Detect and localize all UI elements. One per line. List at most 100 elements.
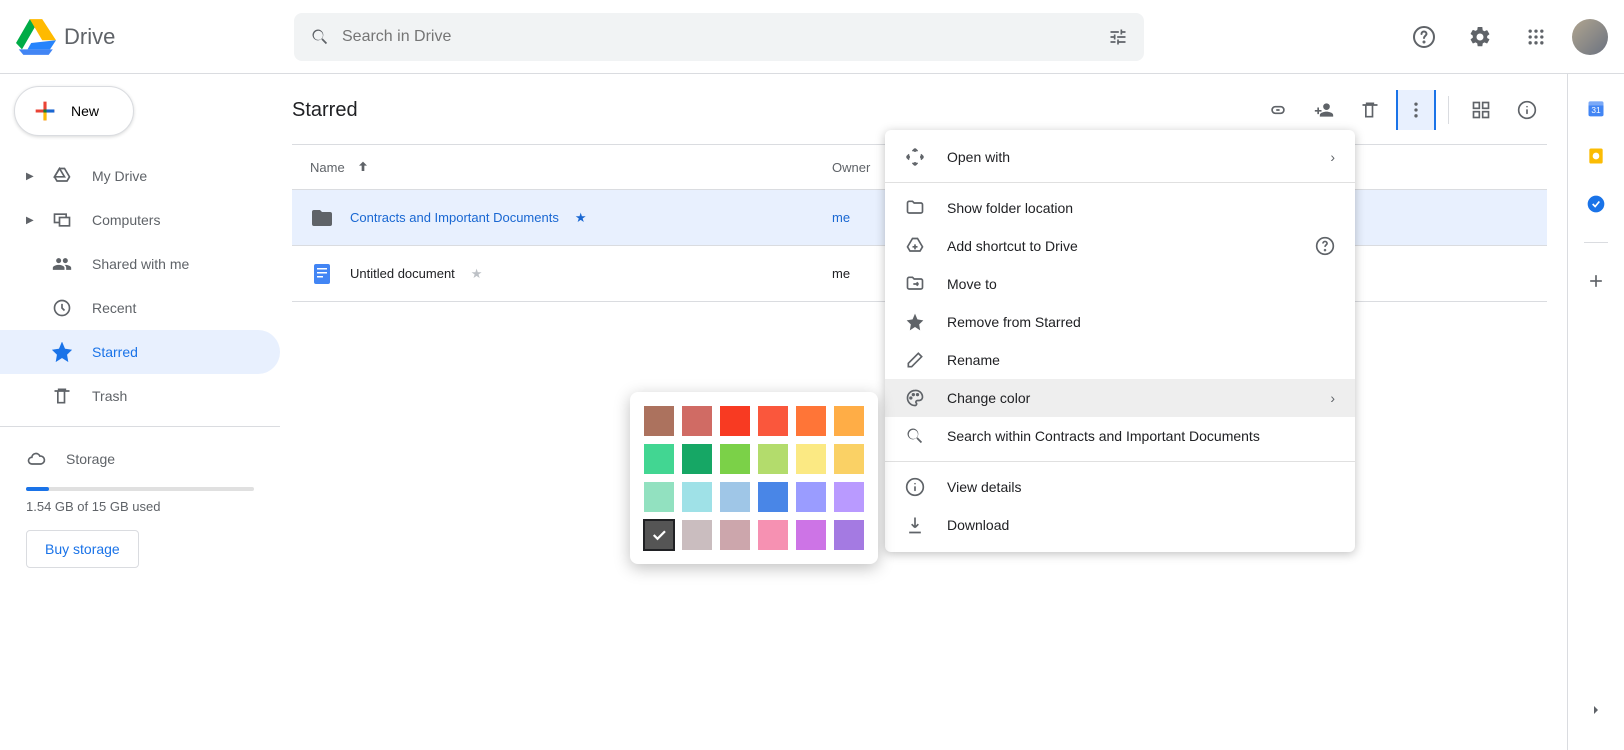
menu-remove-starred[interactable]: Remove from Starred bbox=[885, 303, 1355, 341]
trash-icon bbox=[52, 386, 72, 406]
color-swatch[interactable] bbox=[796, 520, 826, 550]
collapse-rail-button[interactable] bbox=[1576, 690, 1616, 730]
color-swatch[interactable] bbox=[682, 444, 712, 474]
buy-storage-button[interactable]: Buy storage bbox=[26, 530, 139, 568]
nav-label: Trash bbox=[92, 388, 127, 404]
help-icon[interactable] bbox=[1315, 236, 1335, 256]
action-bar bbox=[1258, 90, 1547, 130]
logo[interactable]: Drive bbox=[16, 17, 286, 57]
color-swatch[interactable] bbox=[758, 520, 788, 550]
page-title: Starred bbox=[292, 99, 358, 122]
account-avatar[interactable] bbox=[1572, 19, 1608, 55]
color-swatch[interactable] bbox=[796, 444, 826, 474]
search-bar[interactable] bbox=[294, 13, 1144, 61]
tasks-icon[interactable] bbox=[1586, 194, 1606, 214]
cloud-icon bbox=[26, 449, 46, 469]
nav-label: Recent bbox=[92, 300, 136, 316]
storage-used-text: 1.54 GB of 15 GB used bbox=[26, 499, 254, 514]
svg-text:31: 31 bbox=[1591, 105, 1601, 115]
nav-starred[interactable]: Starred bbox=[0, 330, 280, 374]
settings-button[interactable] bbox=[1460, 17, 1500, 57]
add-icon[interactable] bbox=[1586, 271, 1606, 291]
open-with-icon bbox=[905, 147, 925, 167]
menu-change-color[interactable]: Change color › bbox=[885, 379, 1355, 417]
color-swatch[interactable] bbox=[758, 444, 788, 474]
menu-download[interactable]: Download bbox=[885, 506, 1355, 544]
apps-button[interactable] bbox=[1516, 17, 1556, 57]
drive-logo-icon bbox=[16, 17, 56, 57]
recent-icon bbox=[52, 298, 72, 318]
delete-button[interactable] bbox=[1350, 90, 1390, 130]
menu-open-with[interactable]: Open with › bbox=[885, 138, 1355, 176]
menu-add-shortcut[interactable]: Add shortcut to Drive bbox=[885, 227, 1355, 265]
trash-icon bbox=[1360, 100, 1380, 120]
nav-label: Starred bbox=[92, 344, 138, 360]
color-swatch[interactable] bbox=[720, 444, 750, 474]
color-swatch[interactable] bbox=[644, 406, 674, 436]
nav-shared[interactable]: Shared with me bbox=[0, 242, 280, 286]
file-name: Untitled document bbox=[350, 266, 455, 281]
star-filled-icon: ★ bbox=[575, 210, 587, 226]
nav-my-drive[interactable]: ▶ My Drive bbox=[0, 154, 280, 198]
color-swatch[interactable] bbox=[682, 406, 712, 436]
menu-move-to[interactable]: Move to bbox=[885, 265, 1355, 303]
nav-label: My Drive bbox=[92, 168, 147, 184]
info-icon bbox=[905, 477, 925, 497]
help-button[interactable] bbox=[1404, 17, 1444, 57]
menu-rename[interactable]: Rename bbox=[885, 341, 1355, 379]
docs-icon bbox=[310, 262, 334, 286]
more-actions-button[interactable] bbox=[1396, 90, 1436, 130]
search-input[interactable] bbox=[342, 28, 1096, 46]
color-swatch[interactable] bbox=[644, 520, 674, 550]
storage-progress bbox=[26, 487, 254, 491]
menu-view-details[interactable]: View details bbox=[885, 468, 1355, 506]
color-swatch[interactable] bbox=[682, 482, 712, 512]
move-icon bbox=[905, 274, 925, 294]
nav-recent[interactable]: Recent bbox=[0, 286, 280, 330]
color-swatch[interactable] bbox=[834, 482, 864, 512]
shortcut-icon bbox=[905, 236, 925, 256]
color-swatch[interactable] bbox=[834, 520, 864, 550]
nav-storage[interactable]: Storage bbox=[26, 441, 254, 477]
new-button[interactable]: New bbox=[14, 86, 134, 136]
col-name[interactable]: Name bbox=[292, 159, 832, 175]
nav-computers[interactable]: ▶ Computers bbox=[0, 198, 280, 242]
details-button[interactable] bbox=[1507, 90, 1547, 130]
link-icon bbox=[1268, 100, 1288, 120]
star-filled-icon bbox=[905, 312, 925, 332]
tune-icon[interactable] bbox=[1108, 27, 1128, 47]
color-swatch[interactable] bbox=[644, 444, 674, 474]
share-button[interactable] bbox=[1304, 90, 1344, 130]
color-swatch[interactable] bbox=[758, 482, 788, 512]
menu-show-folder[interactable]: Show folder location bbox=[885, 189, 1355, 227]
menu-search-within[interactable]: Search within Contracts and Important Do… bbox=[885, 417, 1355, 455]
color-swatch[interactable] bbox=[834, 406, 864, 436]
folder-outline-icon bbox=[905, 198, 925, 218]
color-picker bbox=[630, 392, 878, 564]
calendar-icon[interactable]: 31 bbox=[1586, 98, 1606, 118]
app-header: Drive bbox=[0, 0, 1624, 74]
download-icon bbox=[905, 515, 925, 535]
app-name: Drive bbox=[64, 24, 115, 50]
color-swatch[interactable] bbox=[796, 482, 826, 512]
grid-view-button[interactable] bbox=[1461, 90, 1501, 130]
storage-section: Storage 1.54 GB of 15 GB used Buy storag… bbox=[0, 435, 280, 574]
chevron-right-icon: › bbox=[1330, 149, 1335, 165]
header-actions bbox=[1404, 17, 1608, 57]
color-swatch[interactable] bbox=[644, 482, 674, 512]
keep-icon[interactable] bbox=[1586, 146, 1606, 166]
color-swatch[interactable] bbox=[758, 406, 788, 436]
color-swatch[interactable] bbox=[682, 520, 712, 550]
more-vert-icon bbox=[1406, 100, 1426, 120]
get-link-button[interactable] bbox=[1258, 90, 1298, 130]
color-swatch[interactable] bbox=[834, 444, 864, 474]
storage-label: Storage bbox=[66, 451, 115, 467]
help-icon bbox=[1412, 25, 1436, 49]
color-swatch[interactable] bbox=[796, 406, 826, 436]
chevron-right-icon: › bbox=[1330, 390, 1335, 406]
drive-icon bbox=[52, 166, 72, 186]
nav-trash[interactable]: Trash bbox=[0, 374, 280, 418]
color-swatch[interactable] bbox=[720, 482, 750, 512]
color-swatch[interactable] bbox=[720, 406, 750, 436]
color-swatch[interactable] bbox=[720, 520, 750, 550]
